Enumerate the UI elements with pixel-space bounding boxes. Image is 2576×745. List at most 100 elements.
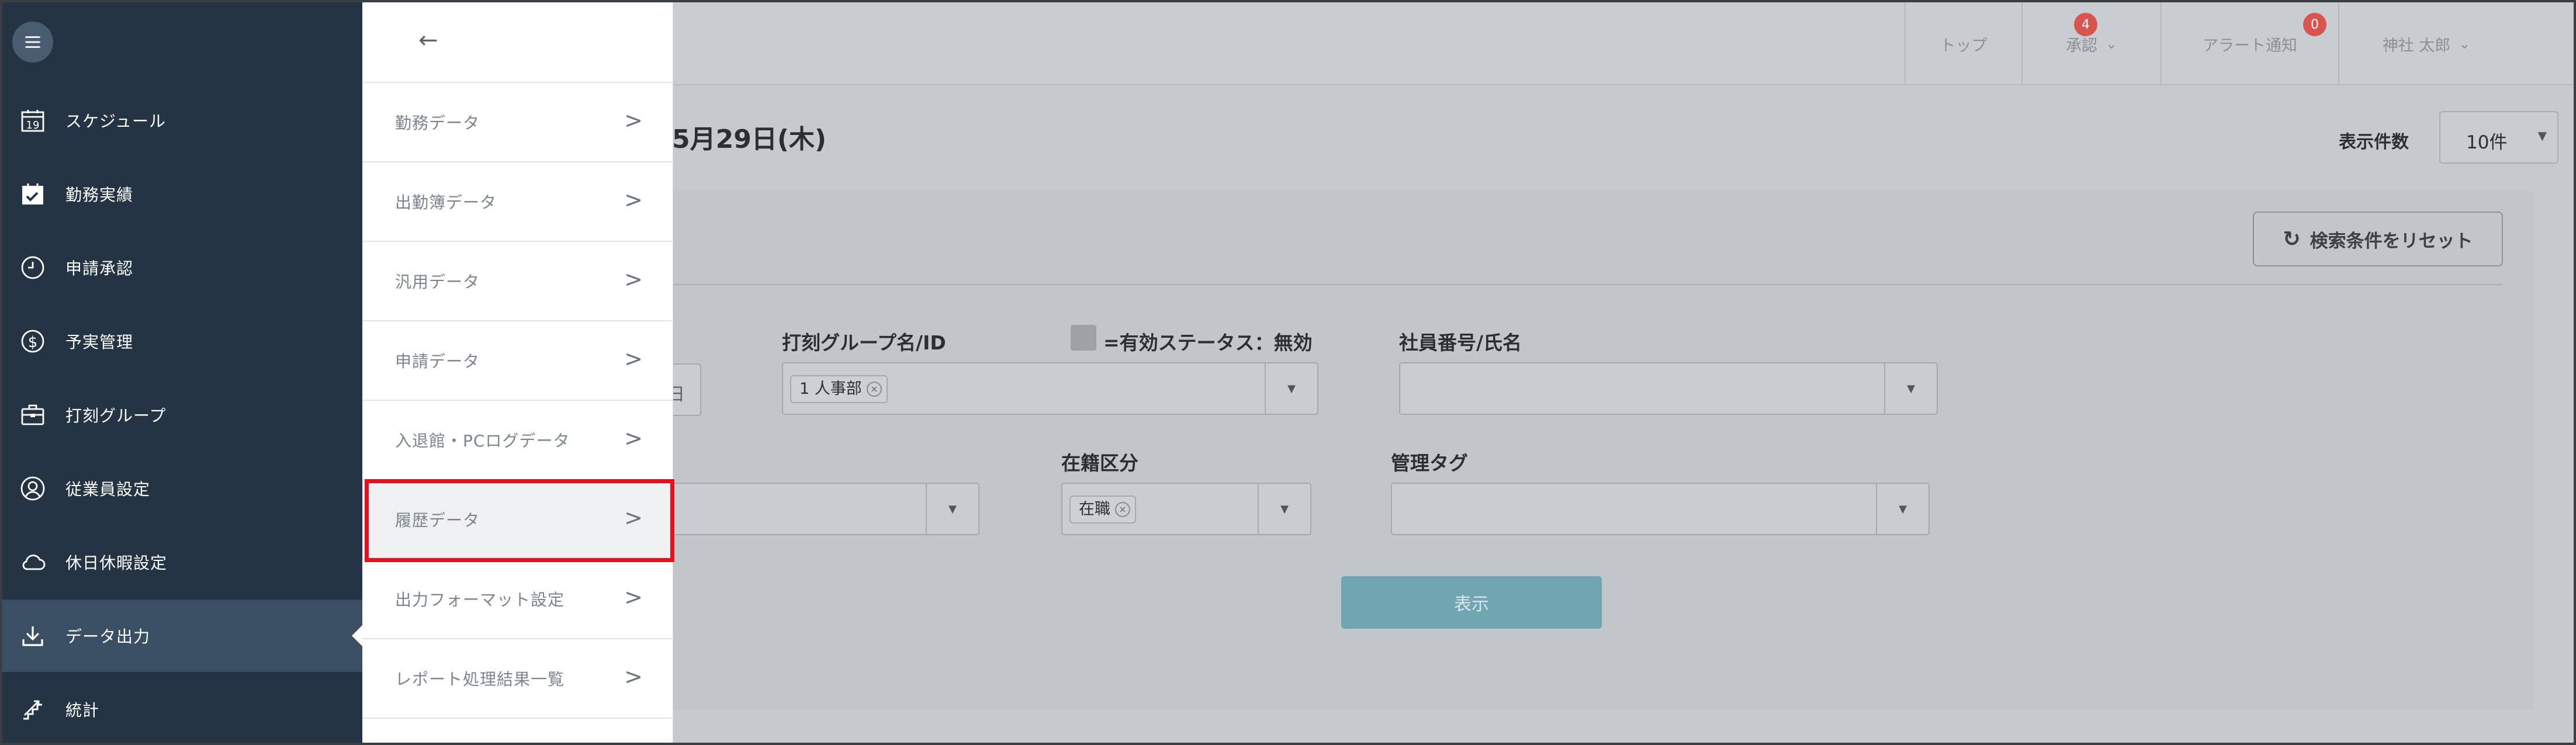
submenu-item-label: レポート処理結果一覧 (395, 670, 565, 689)
person-icon (18, 473, 48, 504)
main-content: トップ 承認 ⌄ 4 アラート通知 0 神社 太郎 ⌄ 5月29日(木) 表示件… (662, 2, 2574, 743)
submenu-item-work-data[interactable]: 勤務データ > (362, 83, 673, 162)
sidebar-item-label: 勤務実績 (65, 185, 134, 205)
approval-badge: 4 (2074, 13, 2097, 36)
chevron-right-icon: > (624, 425, 643, 451)
sidebar-item-label: 申請承認 (65, 259, 134, 278)
caret-down-icon[interactable]: ▼ (926, 484, 978, 534)
caret-down-icon[interactable]: ▼ (1258, 484, 1310, 534)
enrollment-chip[interactable]: 在職 × (1069, 495, 1136, 524)
submenu-item-label: 出勤簿データ (395, 193, 497, 212)
per-page-label: 表示件数 (2339, 132, 2409, 153)
sidebar-item-approval[interactable]: 申請承認 (2, 231, 362, 304)
reset-filters-label: 検索条件をリセット (2310, 230, 2473, 252)
submenu-item-label: 出力フォーマット設定 (395, 590, 565, 609)
caret-down-icon: ▼ (2537, 129, 2547, 143)
status-legend-note: =有効ステータス：無効 (1103, 331, 1313, 354)
sidebar-item-schedule[interactable]: 19 スケジュール (2, 84, 362, 157)
group-chip[interactable]: 1 人事部 × (790, 375, 888, 403)
nav-alert-label: アラート通知 (2203, 36, 2297, 55)
sidebar-item-label: データ出力 (65, 627, 151, 646)
refresh-icon: ↻ (2283, 227, 2301, 251)
partial-select[interactable]: ▼ (662, 483, 979, 535)
submenu-item-label: 申請データ (395, 352, 480, 371)
caret-down-icon[interactable]: ▼ (1876, 484, 1928, 534)
submenu-item-attendance-book[interactable]: 出勤簿データ > (362, 162, 673, 242)
sidebar-item-stats[interactable]: 統計 (2, 673, 362, 743)
chevron-right-icon: > (624, 266, 643, 292)
hamburger-icon[interactable] (12, 22, 53, 63)
chip-remove-icon[interactable]: × (1115, 502, 1130, 517)
svg-text:$: $ (28, 334, 38, 351)
sidebar-item-employee[interactable]: 従業員設定 (2, 452, 362, 525)
per-page-select[interactable]: 10件 ▼ (2439, 111, 2558, 164)
enrollment-label: 在籍区分 (1061, 452, 1138, 474)
user-name: 神社 太郎 (2382, 36, 2451, 55)
submenu-item-label: 入退館・PCログデータ (395, 431, 570, 451)
chevron-right-icon: > (624, 108, 643, 133)
stats-stairs-icon (18, 694, 48, 725)
nav-top[interactable]: トップ (1905, 2, 2021, 85)
chevron-down-icon: ⌄ (2105, 36, 2118, 52)
chip-remove-icon[interactable]: × (866, 382, 882, 397)
submenu-item-general-data[interactable]: 汎用データ > (362, 242, 673, 321)
divider (673, 284, 2502, 285)
per-page-value: 10件 (2466, 132, 2508, 153)
status-legend-swatch (1071, 325, 1096, 351)
enrollment-chip-label: 在職 (1079, 500, 1110, 518)
submenu-item-entry-log-data[interactable]: 入退館・PCログデータ > (362, 401, 673, 480)
back-arrow-icon: ← (418, 27, 438, 54)
alert-badge: 0 (2303, 13, 2326, 36)
submenu-item-label: 勤務データ (395, 113, 480, 133)
caret-down-icon[interactable]: ▼ (1265, 363, 1317, 414)
dollar-circle-icon: $ (18, 326, 48, 356)
sidebar-item-attendance[interactable]: 勤務実績 (2, 158, 362, 230)
clock-icon (18, 252, 48, 283)
sidebar-item-label: 打刻グループ (65, 406, 167, 425)
briefcase-icon (18, 400, 48, 430)
sidebar-item-label: 休日休暇設定 (65, 553, 168, 573)
tag-label: 管理タグ (1391, 452, 1468, 474)
nav-alert[interactable]: アラート通知 0 (2160, 2, 2338, 85)
nav-approval-label: 承認 (2065, 36, 2097, 55)
sidebar-item-label: スケジュール (65, 112, 167, 131)
svg-text:19: 19 (26, 119, 40, 131)
back-button[interactable]: ← (362, 2, 673, 83)
nav-approval[interactable]: 承認 ⌄ 4 (2021, 2, 2160, 85)
sidebar: 19 スケジュール 勤務実績 申請承認 $ 予実管理 打刻グループ 従業員設定 … (2, 2, 362, 743)
sidebar-item-holiday[interactable]: 休日休暇設定 (2, 526, 362, 598)
sidebar-item-punch-group[interactable]: 打刻グループ (2, 379, 362, 451)
sidebar-item-budget[interactable]: $ 予実管理 (2, 305, 362, 377)
top-bar: トップ 承認 ⌄ 4 アラート通知 0 神社 太郎 ⌄ (673, 2, 2574, 85)
calendar-19-icon: 19 (18, 105, 48, 136)
reset-filters-button[interactable]: ↻ 検索条件をリセット (2253, 212, 2503, 266)
group-select[interactable]: 1 人事部 × ▼ (782, 362, 1318, 415)
chevron-right-icon: > (624, 664, 643, 689)
tag-select[interactable]: ▼ (1391, 483, 1930, 535)
submenu-item-label: 汎用データ (395, 272, 480, 292)
employee-select[interactable]: ▼ (1399, 362, 1938, 415)
submenu-item-output-format[interactable]: 出力フォーマット設定 > (362, 560, 673, 639)
download-icon (18, 621, 48, 651)
search-panel: ↻ 検索条件をリセット 日 打刻グループ名/ID 1 人事部 × ▼ =有効ステ… (662, 190, 2534, 709)
submenu-item-report-results[interactable]: レポート処理結果一覧 > (362, 639, 673, 719)
sidebar-item-data-export[interactable]: データ出力 (2, 600, 362, 672)
sidebar-item-label: 予実管理 (65, 332, 134, 352)
employee-label: 社員番号/氏名 (1399, 331, 1522, 354)
chevron-right-icon: > (624, 346, 643, 372)
sidebar-item-label: 統計 (65, 701, 100, 720)
page-title: 5月29日(木) (672, 124, 827, 154)
submenu-item-request-data[interactable]: 申請データ > (362, 321, 673, 401)
chevron-down-icon: ⌄ (2459, 36, 2471, 52)
cloud-icon (18, 547, 48, 577)
user-menu[interactable]: 神社 太郎 ⌄ (2338, 2, 2513, 85)
sidebar-item-label: 従業員設定 (65, 480, 151, 499)
data-export-submenu: ← 勤務データ > 出勤簿データ > 汎用データ > 申請データ > 入退館・P… (362, 2, 673, 743)
chevron-right-icon: > (624, 584, 643, 610)
group-label: 打刻グループ名/ID (782, 331, 946, 354)
enrollment-select[interactable]: 在職 × ▼ (1061, 483, 1311, 535)
calendar-check-icon (18, 179, 48, 209)
app-window: トップ 承認 ⌄ 4 アラート通知 0 神社 太郎 ⌄ 5月29日(木) 表示件… (0, 0, 2576, 745)
caret-down-icon[interactable]: ▼ (1884, 363, 1937, 414)
show-button[interactable]: 表示 (1341, 576, 1602, 629)
